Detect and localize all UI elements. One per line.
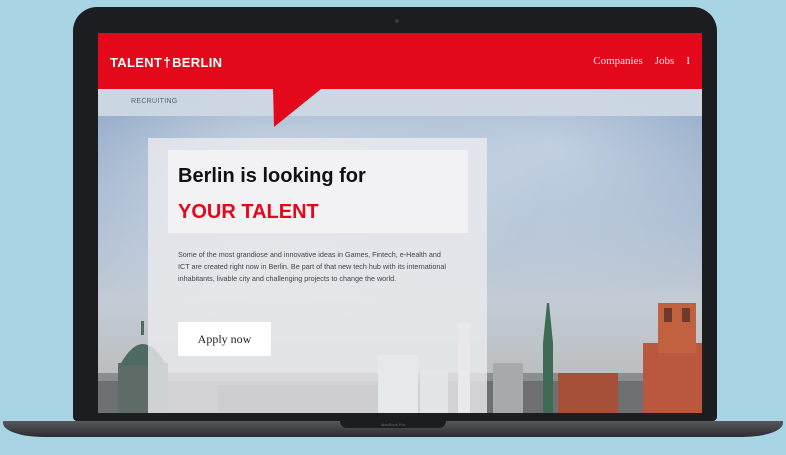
hero-headline-highlight: YOUR TALENT — [178, 201, 319, 223]
hero-headline: Berlin is looking for — [178, 165, 366, 187]
tower-icon: † — [163, 54, 172, 70]
speech-bubble-tail — [273, 61, 340, 127]
camera-icon — [395, 19, 399, 23]
talent-berlin-logo[interactable]: TALENT†BERLIN — [110, 54, 222, 70]
hero-description: Some of the most grandiose and innovativ… — [178, 250, 446, 283]
nav-item-companies[interactable]: Companies — [593, 55, 643, 67]
subnav-item-recruiting[interactable]: RECRUITING — [131, 98, 178, 105]
laptop-screen: TALENT†BERLIN Companies Jobs I RECRUITING … — [98, 33, 702, 413]
nav-item-jobs[interactable]: Jobs — [655, 55, 675, 67]
apply-now-button[interactable]: Apply now — [178, 322, 271, 356]
main-navigation: Companies Jobs I — [593, 55, 702, 67]
laptop-model-label: MacBook Pro — [380, 422, 405, 427]
nav-item-more[interactable]: I — [686, 55, 690, 67]
